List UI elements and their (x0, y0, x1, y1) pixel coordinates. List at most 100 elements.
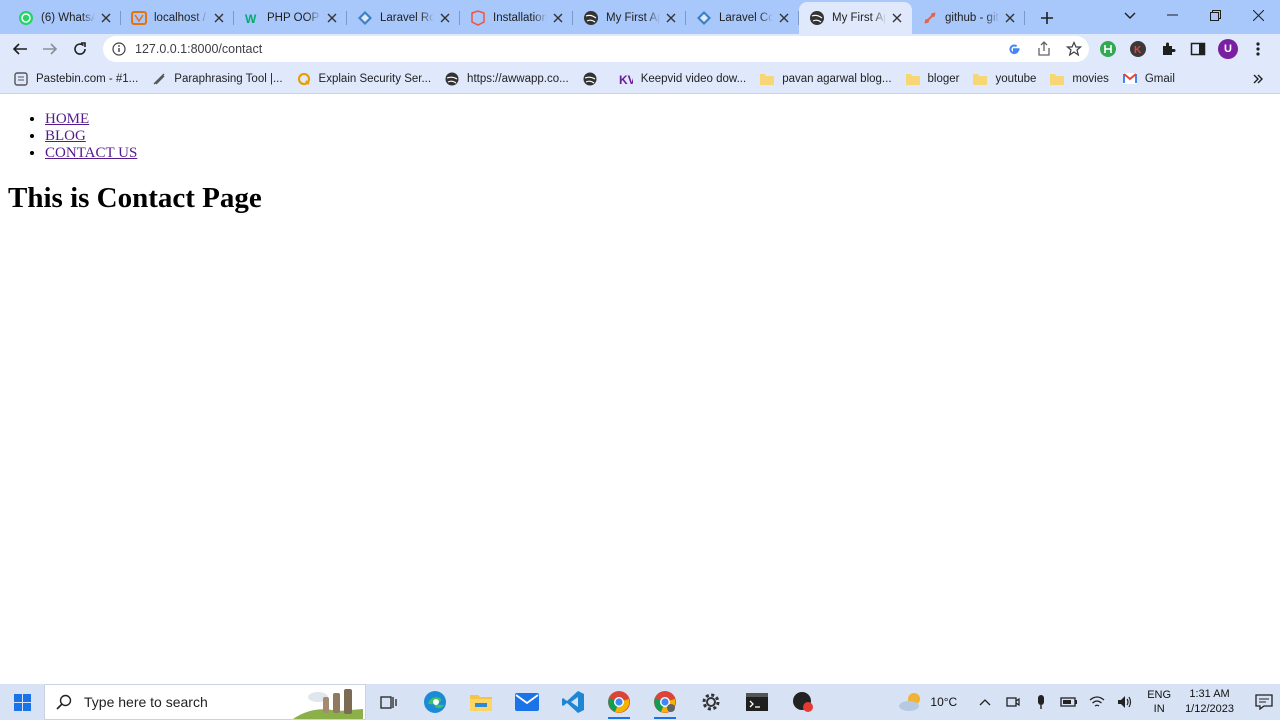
nav-item: BLOG (45, 128, 137, 145)
bookmark-folder-pavan[interactable]: pavan agarwal blog... (760, 72, 892, 86)
chrome-profile-app[interactable] (642, 684, 688, 720)
tray-overflow-button[interactable] (971, 684, 999, 720)
folder-icon (1050, 72, 1065, 86)
minimize-button[interactable] (1151, 0, 1194, 30)
bookmark-folder-youtube[interactable]: youtube (973, 72, 1036, 86)
close-icon[interactable] (212, 11, 226, 25)
tab-title: Installation (493, 12, 547, 24)
vscode-app[interactable] (550, 684, 596, 720)
bookmark-gmail[interactable]: Gmail (1122, 72, 1175, 86)
back-button[interactable] (5, 35, 35, 63)
close-icon[interactable] (99, 11, 113, 25)
terminal-app[interactable] (734, 684, 780, 720)
microphone-button[interactable] (1027, 684, 1055, 720)
omnibox-actions (1005, 40, 1083, 58)
chrome-icon (608, 691, 630, 713)
network-button[interactable] (1083, 684, 1111, 720)
bookmark-paraphrasing[interactable]: Paraphrasing Tool |... (152, 72, 283, 86)
kebab-menu-icon[interactable] (1248, 39, 1268, 59)
nav-link-contact[interactable]: CONTACT US (45, 145, 137, 161)
recorder-app[interactable] (780, 684, 826, 720)
bookmark-pastebin[interactable]: Pastebin.com - #1... (14, 71, 138, 86)
tab-list: (6) WhatsApp localhost / 127.0.0.1 W PHP… (8, 2, 1025, 34)
task-view-button[interactable] (366, 684, 412, 720)
restore-button[interactable] (1194, 0, 1237, 30)
close-icon[interactable] (777, 11, 791, 25)
tab-php-oop[interactable]: W PHP OOP (234, 2, 347, 34)
close-icon[interactable] (664, 11, 678, 25)
bookmark-globe[interactable] (583, 72, 605, 86)
notifications-button[interactable] (1248, 684, 1280, 720)
search-q-icon (297, 72, 311, 86)
site-info-icon[interactable] (111, 41, 127, 57)
reload-button[interactable] (65, 35, 95, 63)
close-icon[interactable] (438, 11, 452, 25)
google-icon[interactable] (1005, 40, 1023, 58)
share-icon[interactable] (1035, 40, 1053, 58)
edge-app[interactable] (412, 684, 458, 720)
tab-search-button[interactable] (1120, 6, 1140, 26)
side-panel-icon[interactable] (1188, 39, 1208, 59)
globe-icon (583, 10, 599, 26)
tab-localhost[interactable]: localhost / 127.0.0.1 (121, 2, 234, 34)
bookmark-star-icon[interactable] (1065, 40, 1083, 58)
bookmark-keepvid[interactable]: KV Keepvid video dow... (619, 72, 747, 86)
forward-button[interactable] (35, 35, 65, 63)
profile-avatar[interactable]: U (1218, 39, 1238, 59)
language-indicator[interactable]: ENG IN (1147, 688, 1171, 716)
w3schools-icon: W (244, 10, 260, 26)
bookmark-awwapp[interactable]: https://awwapp.co... (445, 72, 569, 86)
mail-app[interactable] (504, 684, 550, 720)
folder-icon (905, 72, 920, 86)
nav-item: HOME (45, 111, 137, 128)
close-icon[interactable] (1003, 11, 1017, 25)
vscode-icon (562, 691, 584, 713)
extension-green-icon[interactable] (1098, 39, 1118, 59)
battery-button[interactable] (1055, 684, 1083, 720)
meet-now-button[interactable] (999, 684, 1027, 720)
chrome-app[interactable] (596, 684, 642, 720)
quillbot-icon (152, 72, 166, 86)
address-bar[interactable]: 127.0.0.1:8000/contact (103, 36, 1089, 62)
volume-button[interactable] (1111, 684, 1139, 720)
bookmarks-overflow-button[interactable] (1252, 72, 1266, 86)
clock[interactable]: 1:31 AM 1/12/2023 (1185, 687, 1234, 717)
extension-k-icon[interactable]: K (1128, 39, 1148, 59)
nav-link-blog[interactable]: BLOG (45, 128, 86, 144)
tab-laravel-routing[interactable]: Laravel Routing (347, 2, 460, 34)
laravel-icon (696, 10, 712, 26)
bookmark-label: https://awwapp.co... (467, 72, 569, 85)
taskbar-search[interactable]: Type here to search (44, 684, 366, 720)
bookmark-explain-security[interactable]: Explain Security Ser... (297, 72, 431, 86)
bookmark-folder-bloger[interactable]: bloger (905, 72, 959, 86)
close-window-button[interactable] (1237, 0, 1280, 30)
arrow-left-icon (12, 43, 27, 55)
tab-laravel-controllers[interactable]: Laravel Controllers (686, 2, 799, 34)
nav-link-home[interactable]: HOME (45, 111, 89, 127)
windows-taskbar: Type here to search 10°C ENG IN 1:31 AM … (0, 684, 1280, 720)
tab-installation[interactable]: Installation (460, 2, 573, 34)
mail-icon (515, 693, 539, 711)
tab-my-first-app[interactable]: My First App (573, 2, 686, 34)
tab-my-first-app-active[interactable]: My First App (799, 2, 912, 34)
region-code: IN (1153, 703, 1165, 715)
url-text[interactable]: 127.0.0.1:8000/contact (135, 42, 262, 56)
close-icon[interactable] (325, 11, 339, 25)
settings-app[interactable] (688, 684, 734, 720)
tab-github-git[interactable]: github - git (912, 2, 1025, 34)
window-controls (1151, 0, 1280, 30)
close-icon[interactable] (551, 11, 565, 25)
puzzle-icon[interactable] (1158, 39, 1178, 59)
file-explorer-app[interactable] (458, 684, 504, 720)
globe-icon (445, 72, 459, 86)
clock-date: 1/12/2023 (1185, 703, 1234, 715)
camera-icon (1006, 697, 1020, 707)
weather-widget[interactable]: 10°C (898, 691, 957, 713)
tab-title: github - git (945, 12, 999, 24)
bookmark-label: Gmail (1144, 72, 1175, 85)
bookmark-folder-movies[interactable]: movies (1050, 72, 1109, 86)
start-button[interactable] (0, 684, 44, 720)
tab-whatsapp[interactable]: (6) WhatsApp (8, 2, 121, 34)
new-tab-button[interactable] (1033, 4, 1061, 32)
close-icon[interactable] (890, 11, 904, 25)
